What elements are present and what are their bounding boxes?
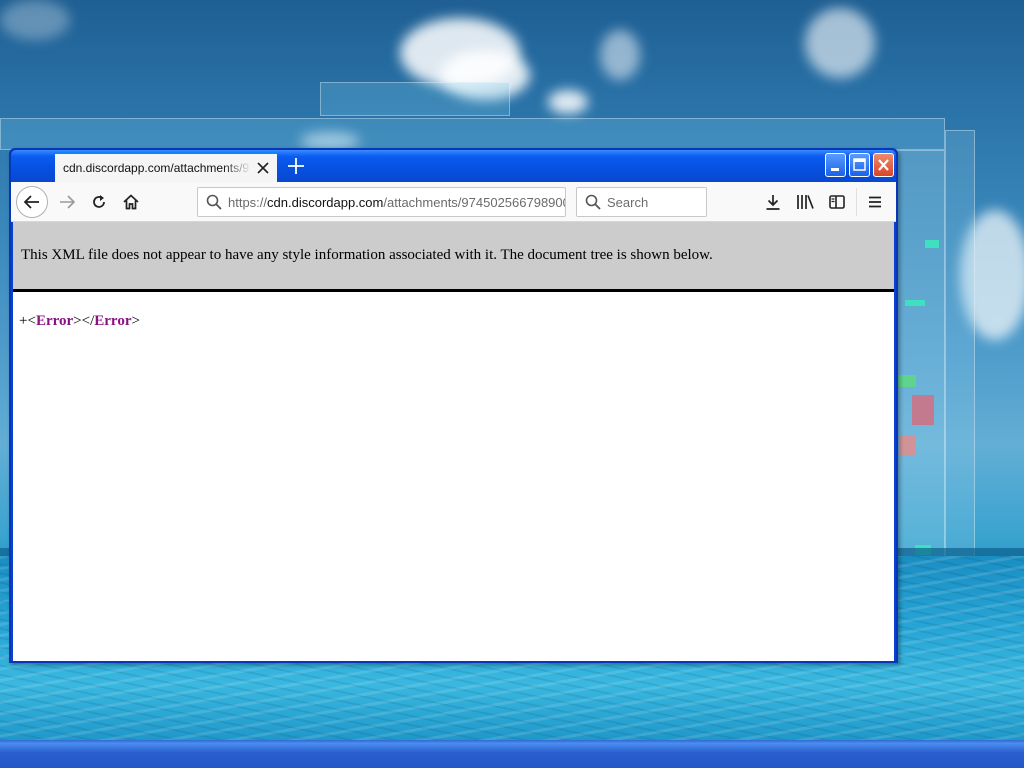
url-text: https://cdn.discordapp.com/attachments/9… <box>228 194 566 210</box>
browser-window: cdn.discordapp.com/attachments/974502566… <box>9 148 898 663</box>
xml-tree-line: +<Error></Error> <box>19 313 140 330</box>
sidebar-button[interactable] <box>825 190 849 214</box>
close-icon[interactable] <box>255 160 271 176</box>
download-icon <box>766 195 780 210</box>
search-placeholder: Search <box>607 194 649 210</box>
cloud <box>805 8 875 78</box>
toolbar-separator <box>856 188 857 216</box>
search-field[interactable]: Search <box>576 187 707 217</box>
downloads-button[interactable] <box>761 190 785 214</box>
navigation-toolbar: https://cdn.discordapp.com/attachments/9… <box>11 182 896 222</box>
ghost-window-artifact <box>0 118 945 150</box>
tab-title: cdn.discordapp.com/attachments/974502566… <box>63 161 251 175</box>
open-menu-button[interactable] <box>863 190 887 214</box>
xml-close-bracket: </ <box>81 313 95 329</box>
arrow-left-icon <box>23 195 39 209</box>
tab-active[interactable]: cdn.discordapp.com/attachments/974502566… <box>55 152 277 182</box>
close-window-button[interactable] <box>873 153 894 177</box>
url-bar[interactable]: https://cdn.discordapp.com/attachments/9… <box>197 187 566 217</box>
cloud <box>600 30 640 80</box>
close-icon <box>878 159 889 171</box>
url-prefix: https:// <box>228 194 268 210</box>
reload-icon <box>93 195 105 208</box>
reload-button[interactable] <box>87 190 111 214</box>
home-button[interactable] <box>119 190 143 214</box>
glitch-artifact <box>925 240 939 248</box>
back-button[interactable] <box>16 186 48 218</box>
glitch-artifact <box>905 300 925 306</box>
cloud <box>0 0 70 40</box>
home-icon <box>123 194 139 210</box>
glitch-artifact <box>900 435 916 455</box>
xml-close-close-bracket: > <box>131 313 140 329</box>
cloud <box>548 90 588 114</box>
taskbar[interactable] <box>0 740 1024 768</box>
xml-open-bracket: < <box>27 313 36 329</box>
xml-notice-text: This XML file does not appear to have an… <box>21 247 713 263</box>
url-host: cdn.discordapp.com <box>267 194 384 210</box>
xml-open-tag: Error <box>35 313 74 329</box>
xml-close-tag: Error <box>94 313 132 329</box>
maximize-button[interactable] <box>849 153 870 177</box>
url-path: /attachments/974502566798900 <box>383 194 566 210</box>
title-bar[interactable]: cdn.discordapp.com/attachments/974502566… <box>11 150 896 182</box>
glitch-artifact <box>912 395 934 425</box>
library-button[interactable] <box>793 190 817 214</box>
maximize-icon <box>853 158 866 171</box>
library-icon <box>797 195 814 209</box>
glitch-artifact <box>898 375 916 387</box>
forward-button[interactable] <box>55 190 79 214</box>
xml-style-notice: This XML file does not appear to have an… <box>13 222 894 292</box>
plus-icon[interactable] <box>285 155 307 177</box>
hamburger-menu-icon <box>869 196 881 208</box>
ghost-window-artifact <box>320 82 510 116</box>
arrow-right-icon <box>60 195 76 209</box>
sidebar-icon <box>829 195 845 209</box>
minimize-button[interactable] <box>825 153 846 177</box>
page-content: This XML file does not appear to have an… <box>13 222 894 661</box>
minimize-icon <box>831 168 839 171</box>
search-icon <box>585 194 601 210</box>
xml-open-close-bracket: > <box>73 313 82 329</box>
search-icon <box>206 194 222 210</box>
